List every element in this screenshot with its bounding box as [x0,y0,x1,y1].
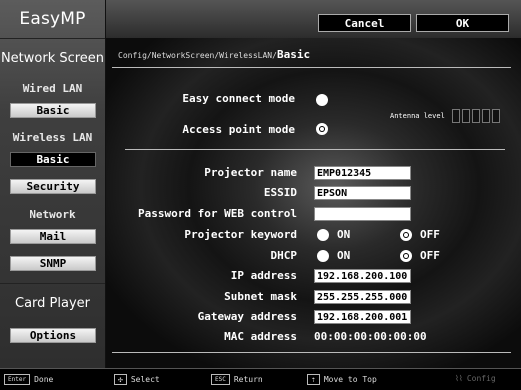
enter-key-icon: Enter [4,374,31,385]
footer-done: Enter Done [4,374,53,385]
sidebar-wireless-lan-heading: Wireless LAN [12,131,93,144]
sidebar: EasyMP Network Screen Wired LAN Basic Wi… [0,0,106,368]
sidebar-wired-lan-heading: Wired LAN [22,82,83,95]
sidebar-divider [0,283,105,284]
bottom-divider [112,352,511,353]
subnet-mask-field[interactable]: 255.255.255.000 [314,290,411,304]
ok-button[interactable]: OK [416,14,509,32]
esc-key-icon: ESC [211,374,230,385]
sidebar-network-screen[interactable]: Network Screen [0,51,105,66]
mac-address-label: MAC address [224,330,297,343]
access-point-radio[interactable] [316,123,328,135]
projector-name-label: Projector name [204,166,297,179]
arrow-keys-icon: ✣ [114,374,127,385]
dhcp-off-radio[interactable] [400,250,412,262]
keyword-on-radio[interactable] [317,229,329,241]
ip-address-field[interactable]: 192.168.200.100 [314,269,411,283]
web-password-label: Password for WEB control [138,207,297,220]
footer-return: ESC Return [211,374,263,385]
breadcrumb-path: Config/NetworkScreen/WirelessLAN/ [118,51,277,60]
footer-config: ⌇⌇ Config [455,374,496,383]
easymp-config-window: EasyMP Network Screen Wired LAN Basic Wi… [0,0,521,390]
essid-label: ESSID [263,186,297,199]
keyword-off-radio[interactable] [400,229,412,241]
sidebar-card-player[interactable]: Card Player [0,296,105,311]
dhcp-on-radio[interactable] [317,250,329,262]
footer-done-label: Done [34,375,54,384]
keyword-on-label: ON [337,228,351,241]
sidebar-item-security[interactable]: Security [10,179,96,194]
sidebar-item-options[interactable]: Options [10,328,96,343]
top-bar: Cancel OK [106,0,521,38]
projector-name-field[interactable]: EMP012345 [314,166,411,180]
sidebar-item-mail[interactable]: Mail [10,229,96,244]
gateway-address-label: Gateway address [197,310,297,323]
sidebar-divider [0,38,105,39]
sidebar-network-heading: Network [29,208,76,221]
breadcrumb: Config/NetworkScreen/WirelessLAN/Basic [118,48,310,61]
projector-keyword-label: Projector keyword [184,228,297,241]
footer-move-top-label: Move to Top [323,375,377,384]
brand-logo: EasyMP [19,9,86,29]
move-top-icon: ⇡ [307,374,320,385]
ip-address-label: IP address [230,269,297,282]
sidebar-item-wireless-basic[interactable]: Basic [10,152,96,167]
header-divider [112,67,511,68]
sidebar-item-wired-basic[interactable]: Basic [10,103,96,118]
cancel-button[interactable]: Cancel [318,14,411,32]
easy-connect-radio[interactable] [316,94,328,106]
config-icon: ⌇⌇ [455,374,463,383]
footer-return-label: Return [233,375,263,384]
gateway-address-field[interactable]: 192.168.200.001 [314,310,411,324]
mode-divider [125,149,505,150]
footer-config-label: Config [466,374,496,383]
access-point-label: Access point mode [182,123,295,136]
dhcp-off-label: OFF [420,249,440,262]
footer-select: ✣ Select [114,374,160,385]
subnet-mask-label: Subnet mask [224,290,297,303]
antenna-level-icon [452,109,500,123]
breadcrumb-current: Basic [276,48,311,61]
easy-connect-label: Easy connect mode [182,92,295,105]
essid-field[interactable]: EPSON [314,186,411,200]
mac-address-value: 00:00:00:00:00:00 [314,330,427,343]
antenna-level-label: Antenna level [390,112,445,120]
footer-bar: Enter Done ✣ Select ESC Return ⇡ Move to… [0,368,521,390]
keyword-off-label: OFF [420,228,440,241]
dhcp-on-label: ON [337,249,351,262]
footer-move-top: ⇡ Move to Top [307,374,377,385]
footer-select-label: Select [130,375,160,384]
sidebar-item-snmp[interactable]: SNMP [10,256,96,271]
dhcp-label: DHCP [270,249,298,262]
web-password-field[interactable] [314,207,411,221]
